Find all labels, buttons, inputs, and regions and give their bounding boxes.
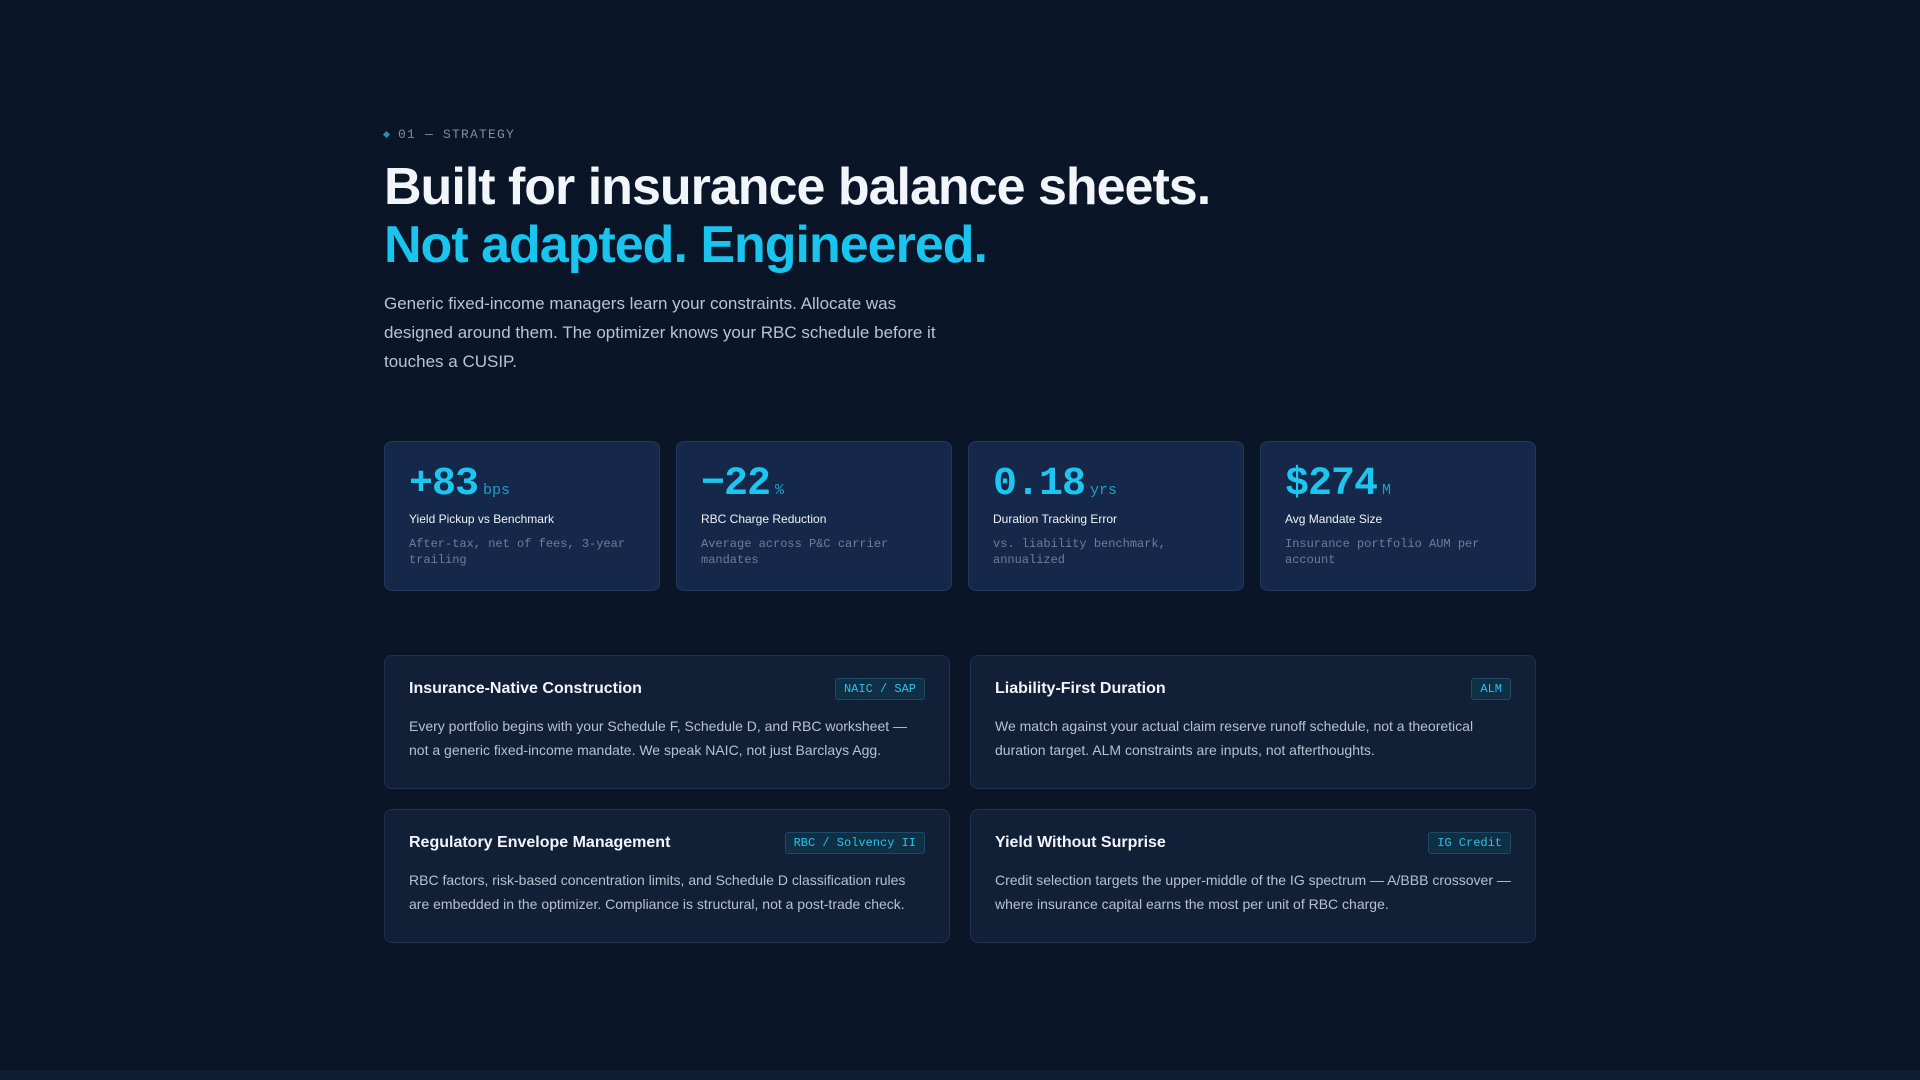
eyebrow-label: 01 — STRATEGY: [398, 127, 516, 142]
feature-description: RBC factors, risk-based concentration li…: [409, 872, 906, 912]
diamond-icon: [382, 130, 391, 139]
stat-label: Duration Tracking Error: [993, 512, 1118, 526]
stat-label: Avg Mandate Size: [1285, 512, 1383, 526]
stat-card-duration-error: 0.18 yrs Duration Tracking Error vs. lia…: [968, 441, 1244, 591]
stat-value-row: +83 bps: [409, 462, 635, 507]
feature-header: Liability-First Duration ALM: [995, 678, 1511, 700]
headline-line-1: Built for insurance balance sheets.: [384, 158, 1211, 216]
stat-description: Average across P&C carrier mandates: [701, 537, 889, 567]
intro-paragraph: Generic fixed-income managers learn your…: [384, 294, 936, 371]
feature-header: Insurance-Native Construction NAIC / SAP: [409, 678, 925, 700]
next-section-edge: [0, 1070, 1920, 1080]
feature-card-regulatory-envelope: Regulatory Envelope Management RBC / Sol…: [384, 809, 950, 943]
feature-title: Yield Without Surprise: [995, 834, 1166, 851]
stat-value-row: $274 M: [1285, 462, 1511, 507]
feature-description: Credit selection targets the upper-middl…: [995, 872, 1511, 912]
feature-title: Regulatory Envelope Management: [409, 834, 671, 851]
feature-title: Insurance-Native Construction: [409, 680, 642, 697]
page-title: Built for insurance balance sheets. Not …: [384, 158, 1211, 274]
section-eyebrow: 01 — STRATEGY: [382, 127, 516, 142]
stat-unit: M: [1382, 482, 1392, 499]
strategy-page: 01 — STRATEGY Built for insurance balanc…: [0, 0, 1920, 1080]
stat-label: RBC Charge Reduction: [701, 512, 827, 526]
headline-line-2: Not adapted. Engineered.: [384, 216, 988, 274]
feature-header: Regulatory Envelope Management RBC / Sol…: [409, 832, 925, 854]
feature-title: Liability-First Duration: [995, 680, 1166, 697]
stat-label: Yield Pickup vs Benchmark: [409, 512, 554, 526]
stat-card-yield-pickup: +83 bps Yield Pickup vs Benchmark After-…: [384, 441, 660, 591]
feature-description: We match against your actual claim reser…: [995, 718, 1474, 758]
feature-card-insurance-native: Insurance-Native Construction NAIC / SAP…: [384, 655, 950, 789]
stat-description: vs. liability benchmark, annualized: [993, 537, 1166, 567]
feature-header: Yield Without Surprise IG Credit: [995, 832, 1511, 854]
stat-value: −22: [701, 462, 771, 507]
feature-card-yield-without-surprise: Yield Without Surprise IG Credit Credit …: [970, 809, 1536, 943]
stat-value: +83: [409, 462, 479, 507]
stat-unit: %: [775, 482, 785, 499]
feature-card-liability-duration: Liability-First Duration ALM We match ag…: [970, 655, 1536, 789]
stat-value-row: −22 %: [701, 462, 927, 507]
stat-unit: yrs: [1090, 482, 1118, 499]
stat-value-row: 0.18 yrs: [993, 462, 1219, 507]
stat-value: $274: [1285, 462, 1378, 507]
stat-description: Insurance portfolio AUM per account: [1285, 537, 1480, 567]
features-grid: Insurance-Native Construction NAIC / SAP…: [384, 655, 1536, 943]
stat-value: 0.18: [993, 462, 1086, 507]
stat-description: After-tax, net of fees, 3-year trailing: [409, 537, 626, 567]
feature-description: Every portfolio begins with your Schedul…: [409, 718, 908, 758]
stat-card-mandate-size: $274 M Avg Mandate Size Insurance portfo…: [1260, 441, 1536, 591]
stat-unit: bps: [483, 482, 511, 499]
feature-tag: ALM: [1471, 678, 1511, 700]
feature-tag: NAIC / SAP: [834, 678, 925, 700]
feature-tag: IG Credit: [1428, 832, 1511, 854]
feature-tag: RBC / Solvency II: [784, 832, 925, 854]
stats-grid: +83 bps Yield Pickup vs Benchmark After-…: [384, 441, 1536, 591]
stat-card-rbc-reduction: −22 % RBC Charge Reduction Average acros…: [676, 441, 952, 591]
